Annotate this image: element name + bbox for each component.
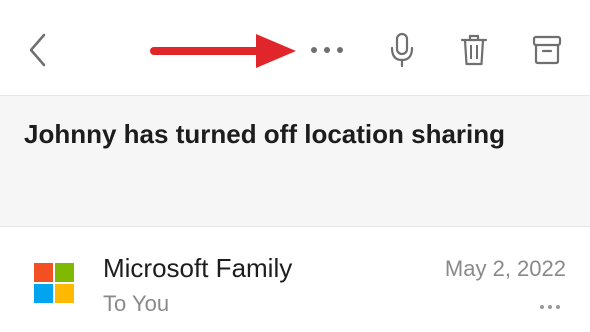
- sender-name: Microsoft Family: [103, 253, 293, 283]
- more-horizontal-icon: [311, 47, 343, 53]
- dictate-button[interactable]: [382, 28, 422, 72]
- back-button[interactable]: [18, 30, 58, 70]
- message-more-button[interactable]: [536, 297, 564, 317]
- microsoft-logo-icon: [34, 263, 74, 303]
- microphone-icon: [390, 32, 414, 68]
- email-date: May 2, 2022: [444, 256, 566, 281]
- trash-icon: [460, 34, 488, 66]
- delete-button[interactable]: [454, 28, 494, 72]
- archive-icon: [532, 35, 562, 65]
- message-header[interactable]: Microsoft Family To You May 2, 2022: [0, 227, 590, 332]
- more-options-button[interactable]: [300, 30, 354, 70]
- archive-button[interactable]: [525, 28, 569, 72]
- subject-header: Johnny has turned off location sharing: [0, 95, 590, 227]
- recipient-line: To You: [103, 291, 170, 316]
- more-horizontal-icon: [540, 305, 560, 309]
- chevron-left-icon: [29, 33, 46, 67]
- annotation-arrow-icon: [150, 34, 296, 68]
- toolbar: [0, 0, 590, 95]
- email-subject: Johnny has turned off location sharing: [24, 119, 506, 149]
